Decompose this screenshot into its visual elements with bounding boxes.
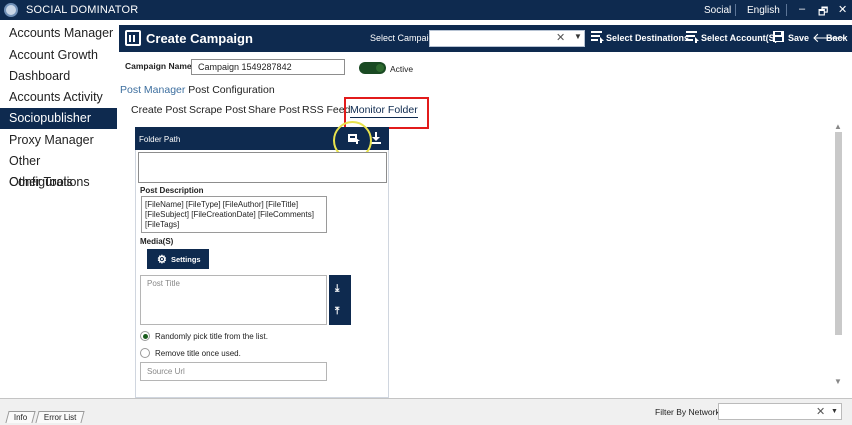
folder-path-label: Folder Path — [139, 135, 181, 144]
calendar-icon — [125, 30, 141, 46]
tab-info-label: Info — [13, 413, 28, 422]
scrollbar-thumb[interactable] — [835, 132, 842, 335]
sidebar-item-proxy-manager[interactable]: Proxy Manager — [0, 130, 117, 151]
random-pick-label: Randomly pick title from the list. — [155, 332, 268, 341]
app-logo-icon — [4, 3, 18, 17]
sidebar: Accounts Manager Account Growth Dashboar… — [0, 20, 117, 398]
settings-button[interactable]: ⚙ Settings — [147, 249, 209, 269]
save-icon[interactable] — [773, 31, 784, 45]
remove-title-label: Remove title once used. — [155, 349, 241, 358]
back-button[interactable]: Back — [826, 33, 848, 43]
filter-by-network-label: Filter By Network — [655, 407, 720, 417]
campaign-name-label: Campaign Name — [125, 61, 192, 71]
sidebar-item-sociopublisher[interactable]: Sociopublisher — [0, 108, 117, 129]
gear-icon: ⚙ — [157, 254, 167, 266]
sidebar-item-other-configurations[interactable]: Other Configurations — [0, 151, 117, 189]
breadcrumb-parent[interactable]: Post Manager — [120, 84, 185, 96]
post-description-label: Post Description — [140, 186, 204, 195]
scroll-up-arrow[interactable]: ▲ — [834, 122, 842, 131]
tab-scrape-post[interactable]: Scrape Post — [189, 104, 246, 116]
tab-error-list[interactable]: Error List — [35, 411, 86, 423]
source-url-input[interactable]: Source Url — [140, 362, 327, 381]
tab-create-post[interactable]: Create Post — [131, 104, 186, 116]
campaign-header: Create Campaign Select Campaign ✕ ▼ Sele… — [119, 25, 852, 52]
active-toggle[interactable] — [359, 62, 386, 74]
filter-chevron-down-icon[interactable]: ▼ — [831, 408, 838, 415]
sidebar-item-accounts-activity[interactable]: Accounts Activity — [0, 87, 117, 108]
tab-error-list-label: Error List — [43, 413, 77, 422]
post-description-input[interactable]: [FileName] [FileType] [FileAuthor] [File… — [141, 196, 327, 233]
social-menu[interactable]: Social — [704, 5, 731, 16]
random-pick-radio[interactable] — [140, 331, 150, 341]
clear-icon[interactable]: ✕ — [556, 31, 565, 44]
tab-info[interactable]: Info — [5, 411, 36, 423]
settings-button-label: Settings — [171, 255, 201, 264]
post-title-placeholder: Post Title — [147, 279, 180, 288]
sidebar-item-account-growth[interactable]: Account Growth — [0, 45, 117, 66]
sidebar-item-accounts-manager[interactable]: Accounts Manager — [0, 23, 117, 44]
sidebar-item-dashboard[interactable]: Dashboard — [0, 66, 117, 87]
active-status-label: Active — [390, 64, 414, 74]
chevron-down-icon[interactable]: ▼ — [574, 32, 582, 41]
select-destinations-button[interactable]: Select Destinations — [606, 33, 689, 43]
filter-by-network-dropdown[interactable]: ✕ ▼ — [718, 403, 842, 420]
export-titles-icon[interactable]: ⤒ — [335, 306, 339, 317]
folder-path-input[interactable] — [138, 152, 387, 183]
remove-title-radio[interactable] — [140, 348, 150, 358]
save-button[interactable]: Save — [788, 33, 809, 43]
titlebar-divider — [786, 4, 787, 16]
breadcrumb: Post Manager Post Configuration — [120, 84, 275, 96]
breadcrumb-current: Post Configuration — [188, 84, 275, 96]
tab-share-post[interactable]: Share Post — [248, 104, 300, 116]
close-button[interactable]: ✕ — [838, 3, 847, 16]
titlebar-divider — [735, 4, 736, 16]
source-url-placeholder: Source Url — [147, 367, 185, 376]
scroll-down-arrow[interactable]: ▼ — [834, 377, 842, 386]
title-bar: SOCIAL DOMINATOR Social English – 🗗 ✕ — [0, 0, 852, 20]
post-title-actions: ⤓ ⤒ — [329, 275, 351, 325]
campaign-name-input[interactable]: Campaign 1549287842 — [191, 59, 345, 75]
post-title-input[interactable]: Post Title — [140, 275, 327, 325]
import-titles-icon[interactable]: ⤓ — [335, 283, 339, 294]
accounts-icon[interactable] — [686, 31, 699, 46]
sidebar-item-other-tools[interactable]: Other Tools — [0, 172, 117, 193]
select-accounts-button[interactable]: Select Account(S) — [701, 33, 778, 43]
language-menu[interactable]: English — [747, 5, 780, 16]
restore-button[interactable]: 🗗 — [818, 3, 828, 22]
minimize-button[interactable]: – — [799, 3, 805, 15]
app-title: SOCIAL DOMINATOR — [26, 4, 139, 16]
filter-clear-icon[interactable]: ✕ — [816, 405, 825, 418]
page-title: Create Campaign — [146, 31, 253, 46]
destinations-icon[interactable] — [591, 31, 604, 46]
media-label: Media(S) — [140, 237, 174, 246]
